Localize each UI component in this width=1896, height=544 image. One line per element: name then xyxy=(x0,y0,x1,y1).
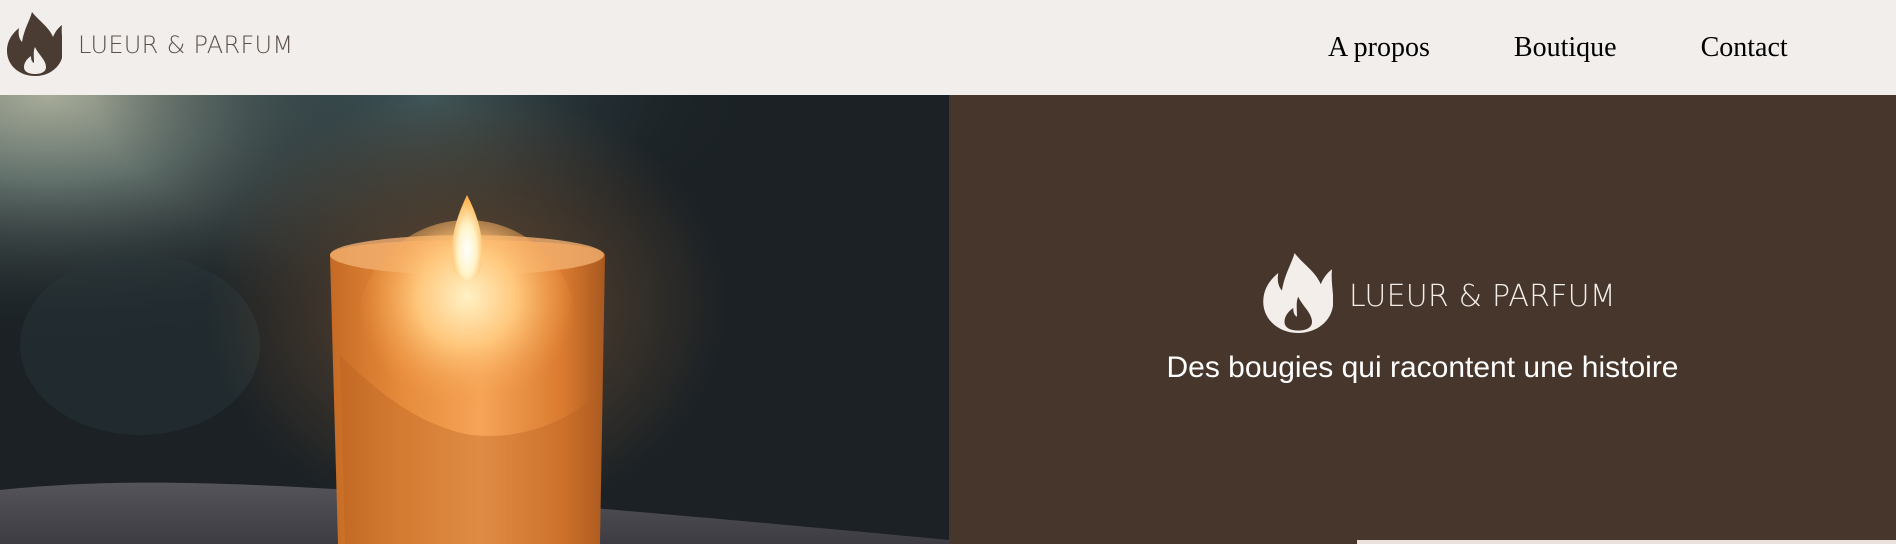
hero-panel: LUEUR & PARFUM Des bougies qui racontent… xyxy=(949,95,1896,544)
hero-section: LUEUR & PARFUM Des bougies qui racontent… xyxy=(0,95,1896,544)
panel-logo-name: LUEUR & PARFUM xyxy=(1349,278,1616,314)
site-header: LUEUR & PARFUM A propos Boutique Contact xyxy=(0,0,1896,95)
nav-link-a-propos[interactable]: A propos xyxy=(1328,32,1430,64)
main-nav: A propos Boutique Contact xyxy=(1328,28,1788,68)
panel-logo: LUEUR & PARFUM xyxy=(1261,253,1616,333)
hero-tagline: Des bougies qui racontent une histoire xyxy=(1166,351,1679,384)
candle-photo xyxy=(0,95,949,544)
brand-name: LUEUR & PARFUM xyxy=(78,31,294,59)
panel-bottom-divider xyxy=(1357,540,1896,544)
flame-icon xyxy=(7,12,62,76)
nav-link-contact[interactable]: Contact xyxy=(1701,32,1788,64)
flame-icon xyxy=(1263,253,1333,333)
nav-link-boutique[interactable]: Boutique xyxy=(1514,32,1617,64)
brand-logo-link[interactable]: LUEUR & PARFUM xyxy=(6,12,293,76)
